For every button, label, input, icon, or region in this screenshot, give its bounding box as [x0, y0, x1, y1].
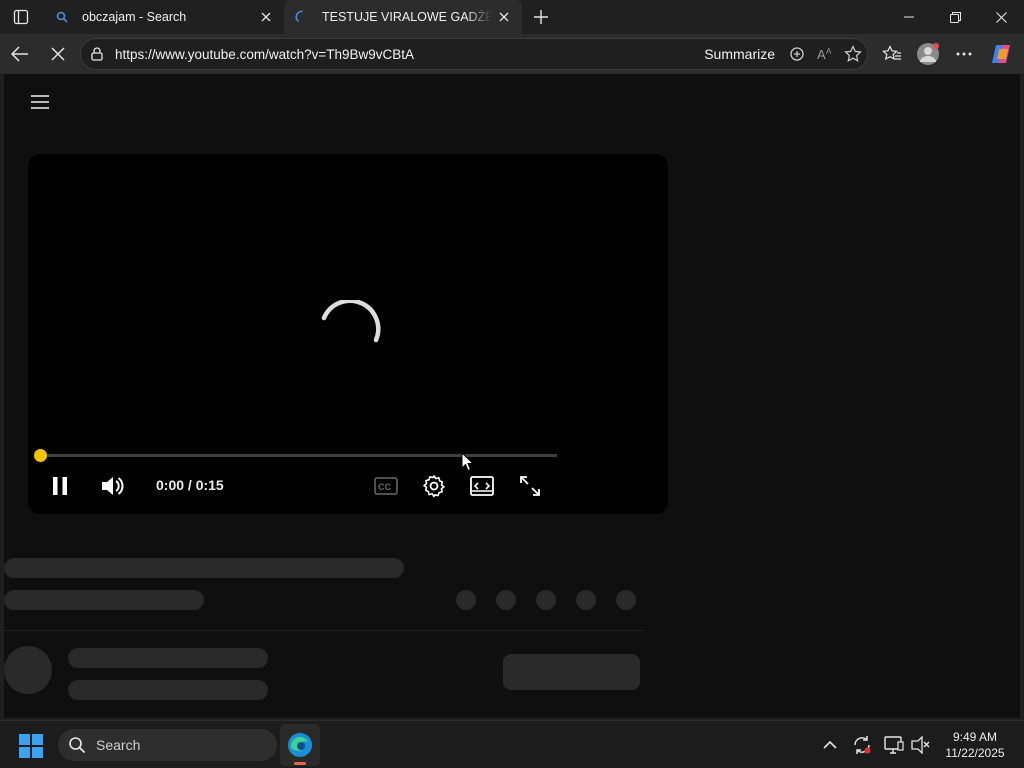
- read-aloud-icon[interactable]: AA: [811, 40, 839, 68]
- plus-icon: [534, 10, 548, 24]
- closed-captions-icon: CC: [374, 477, 398, 495]
- favorite-star-icon[interactable]: [839, 40, 867, 68]
- sync-alert-icon: [854, 736, 871, 754]
- close-tab-icon[interactable]: [492, 5, 516, 29]
- volume-icon: [102, 477, 124, 495]
- restore-button[interactable]: [932, 0, 978, 34]
- channel-name-skeleton: [68, 648, 268, 668]
- video-progress-bar[interactable]: [34, 449, 557, 462]
- favorites-button[interactable]: [876, 38, 908, 70]
- pause-icon: [53, 477, 67, 495]
- start-button[interactable]: [18, 733, 44, 759]
- back-arrow-icon: [11, 46, 28, 62]
- more-dots-icon: [956, 52, 972, 56]
- loading-favicon-icon: [294, 9, 310, 25]
- tab-title: obczajam - Search: [82, 9, 187, 24]
- url-text[interactable]: https://www.youtube.com/watch?v=Th9Bw9vC…: [115, 47, 704, 62]
- theater-mode-icon: [470, 476, 494, 496]
- copilot-summarize-icon[interactable]: [783, 40, 811, 68]
- stop-icon: [51, 47, 65, 61]
- svg-text:A: A: [826, 47, 832, 56]
- clock-time: 9:49 AM: [952, 730, 998, 744]
- clock-date: 11/22/2025: [945, 746, 1005, 760]
- channel-info-skeleton: [68, 680, 268, 700]
- fullscreen-button[interactable]: [510, 471, 550, 501]
- video-player[interactable]: 0:00 / 0:15 CC: [28, 154, 668, 514]
- favorites-icon: [882, 45, 901, 61]
- pause-button[interactable]: [40, 471, 80, 501]
- address-bar[interactable]: https://www.youtube.com/watch?v=Th9Bw9vC…: [80, 38, 868, 70]
- windows-logo-icon: [19, 734, 43, 758]
- subtitle-skeleton: [4, 590, 204, 610]
- minimize-button[interactable]: [886, 0, 932, 34]
- show-hidden-icons-button[interactable]: [818, 733, 842, 757]
- tab-youtube-video[interactable]: TESTUJE VIRALOWE GADŻETY DO: [284, 0, 522, 34]
- browser-toolbar: https://www.youtube.com/watch?v=Th9Bw9vC…: [0, 34, 1024, 74]
- settings-button[interactable]: [414, 471, 454, 501]
- menu-button[interactable]: [28, 92, 52, 112]
- more-options-button[interactable]: [948, 38, 980, 70]
- copilot-icon: [992, 45, 1010, 63]
- theater-mode-button[interactable]: [462, 471, 502, 501]
- lock-icon[interactable]: [91, 47, 105, 61]
- close-window-button[interactable]: [978, 0, 1024, 34]
- new-tab-button[interactable]: [528, 4, 554, 30]
- taskbar-edge-app[interactable]: [280, 724, 320, 766]
- no-internet-icon: [911, 736, 930, 754]
- gear-icon: [423, 475, 445, 498]
- network-volume-tray[interactable]: [908, 733, 932, 757]
- progress-scrubber[interactable]: [34, 449, 47, 462]
- subscribe-skeleton: [503, 654, 640, 690]
- display-tray-button[interactable]: [882, 733, 906, 757]
- chevron-up-icon: [823, 740, 837, 749]
- tab-title: TESTUJE VIRALOWE GADŻETY DO: [322, 10, 492, 24]
- mouse-cursor-icon: [461, 452, 475, 472]
- tab-search[interactable]: obczajam - Search: [44, 0, 284, 33]
- back-button[interactable]: [4, 38, 36, 70]
- sync-tray-button[interactable]: [850, 733, 874, 757]
- active-app-indicator: [294, 762, 306, 765]
- divider: [4, 630, 644, 631]
- edge-browser-icon: [288, 733, 312, 757]
- profile-button[interactable]: [912, 38, 944, 70]
- taskbar-search[interactable]: Search: [58, 729, 277, 761]
- tab-actions-button[interactable]: [8, 5, 34, 29]
- browser-title-bar: obczajam - Search TESTUJE VIRALOWE GADŻE…: [0, 0, 1024, 34]
- svg-text:CC: CC: [378, 482, 391, 492]
- hamburger-menu-icon: [31, 95, 49, 109]
- action-skeleton: [496, 590, 516, 610]
- restore-icon: [949, 11, 961, 23]
- action-skeleton: [456, 590, 476, 610]
- search-placeholder: Search: [96, 737, 141, 753]
- taskbar-clock[interactable]: 9:49 AM 11/22/2025: [938, 729, 1012, 761]
- minimize-icon: [904, 16, 914, 18]
- search-favicon-icon: [54, 9, 70, 25]
- search-icon: [68, 735, 88, 755]
- page-content: 0:00 / 0:15 CC: [4, 74, 1020, 718]
- action-skeleton: [616, 590, 636, 610]
- stop-loading-button[interactable]: [42, 38, 74, 70]
- subtitles-button[interactable]: CC: [366, 471, 406, 501]
- close-tab-icon[interactable]: [254, 5, 278, 29]
- display-icon: [884, 736, 904, 754]
- close-icon: [995, 11, 1007, 23]
- svg-text:A: A: [817, 47, 826, 62]
- summarize-button[interactable]: Summarize: [704, 46, 775, 62]
- volume-button[interactable]: [92, 471, 132, 501]
- time-display: 0:00 / 0:15: [156, 477, 224, 493]
- action-skeleton: [576, 590, 596, 610]
- channel-avatar-skeleton: [4, 646, 52, 694]
- copilot-button[interactable]: [986, 38, 1018, 70]
- profile-avatar-icon: [917, 43, 939, 65]
- windows-taskbar: Search 9:49 AM 11/22/2025: [0, 720, 1024, 768]
- action-skeleton: [536, 590, 556, 610]
- fullscreen-icon: [520, 476, 540, 496]
- loading-spinner-icon: [321, 300, 381, 343]
- tab-actions-icon: [13, 9, 29, 25]
- title-skeleton: [4, 558, 404, 578]
